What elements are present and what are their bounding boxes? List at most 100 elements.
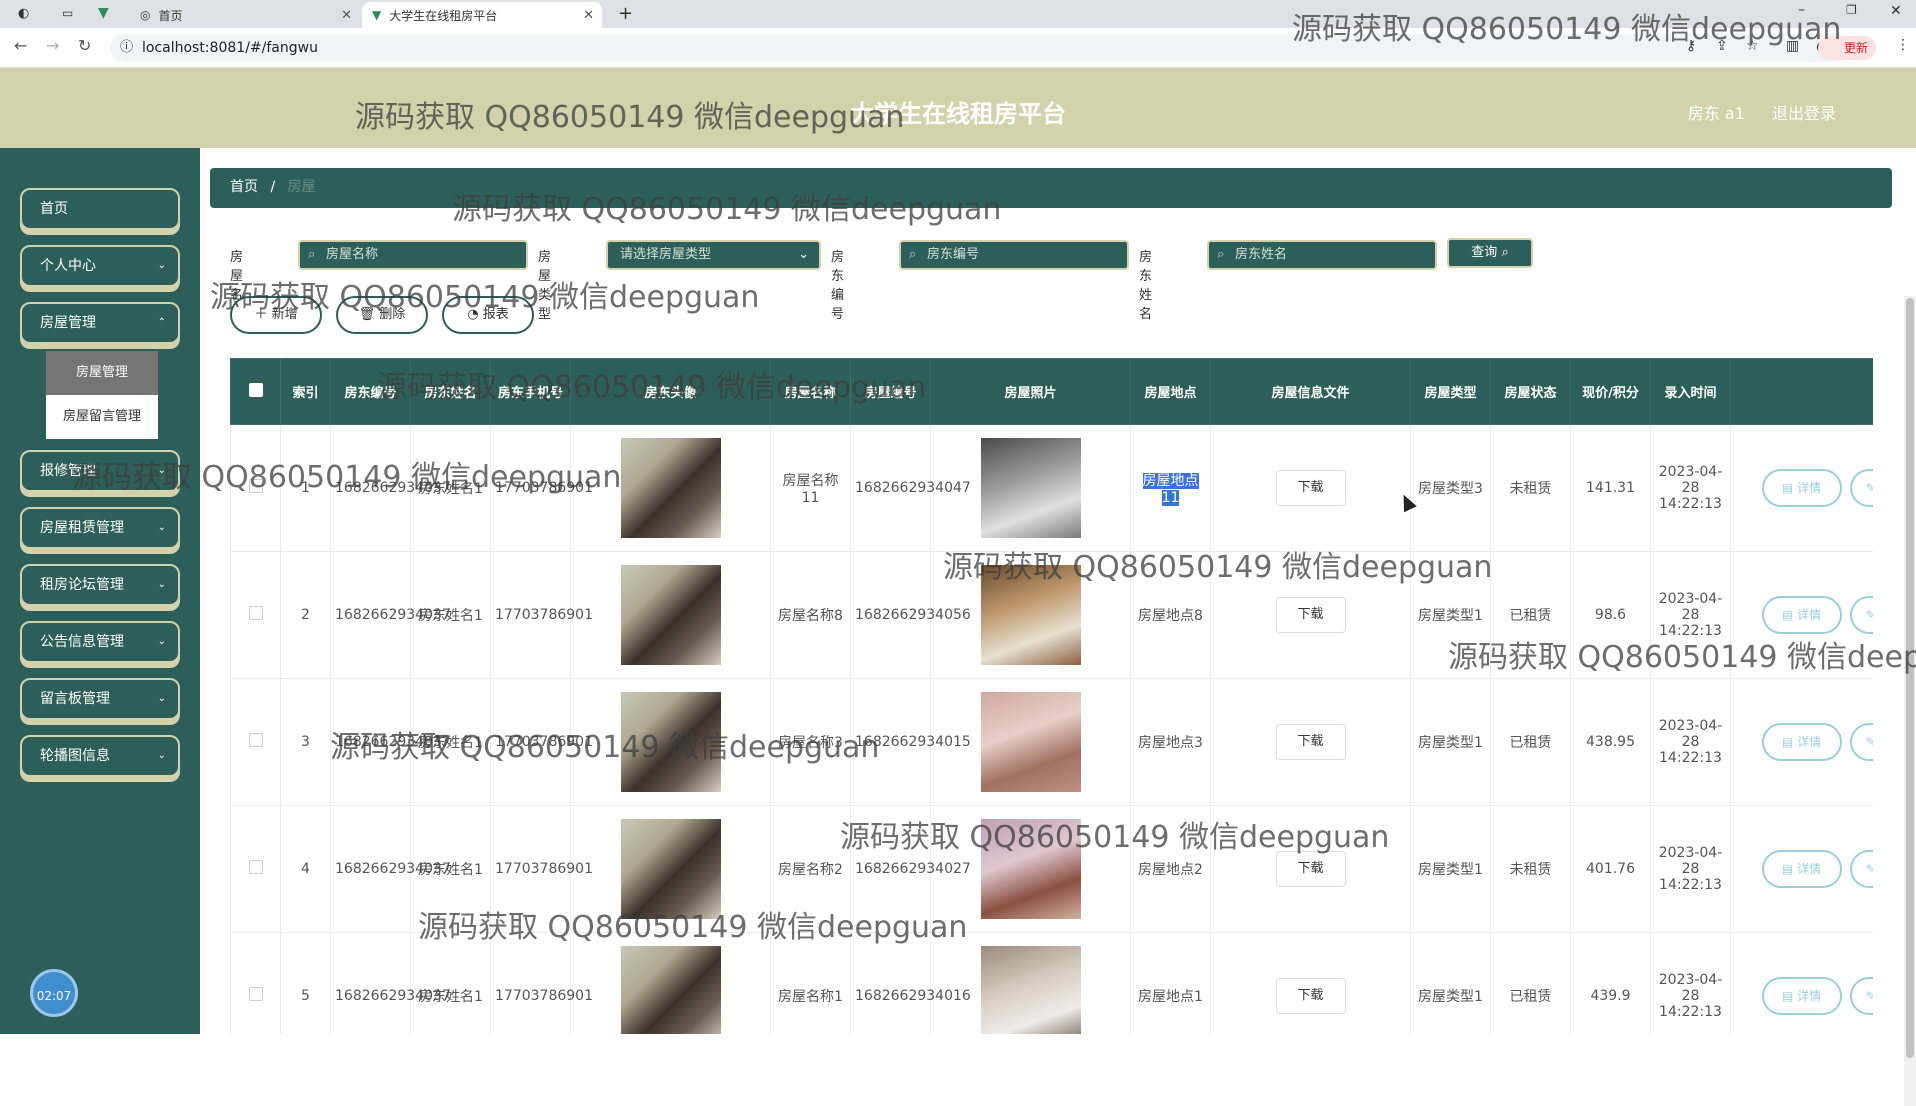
sidebar-item-lease[interactable]: 房屋租赁管理 ⌄ [20,507,180,549]
close-window-icon[interactable]: ✕ [1890,3,1902,19]
house-photo[interactable] [980,438,1081,538]
close-icon[interactable]: ✕ [583,8,594,23]
minimize-icon[interactable]: – [1798,2,1805,18]
reload-icon[interactable]: ↻ [78,36,91,55]
edit-button[interactable]: ✎ [1849,723,1873,761]
sidebar-item-profile[interactable]: 个人中心 ⌄ [20,245,180,287]
download-button[interactable]: 下载 [1275,597,1346,633]
time-cell: 2023-04-28 14:22:13 [1650,678,1731,806]
browser-menu-icon[interactable]: ◐ [18,6,29,21]
type-cell: 房屋类型3 [1410,424,1491,552]
add-button[interactable]: ＋ 新增 [230,296,322,334]
back-icon[interactable]: ← [14,36,27,55]
house-submenu: 房屋管理 房屋留言管理 [46,351,158,439]
update-button[interactable]: 更新 [1817,36,1876,60]
download-button[interactable]: 下载 [1275,724,1346,760]
edit-button[interactable]: ✎ [1849,596,1873,634]
row-select-cell[interactable] [230,424,281,552]
table-row[interactable]: 1 1682662934037 房东姓名1 17703786901 房屋名称11 1682… [230,424,1873,552]
submenu-item-house[interactable]: 房屋管理 [46,351,158,395]
edit-button[interactable]: ✎ [1849,469,1873,507]
logout-link[interactable]: 退出登录 [1772,104,1836,123]
pencil-icon: ✎ [1865,862,1873,876]
url-input[interactable]: ⓘ localhost:8081/#/fangwu [110,34,1850,62]
house-name-input[interactable]: ⌕ 房屋名称 [298,240,528,270]
download-button[interactable]: 下载 [1275,851,1346,887]
landlord-no-input[interactable]: ⌕ 房东编号 [899,240,1129,270]
table-row[interactable]: 3 1682662934037 房东姓名1 17703786901 房屋名称3 16826… [230,678,1873,806]
detail-button[interactable]: ▤ 详情 [1761,596,1842,634]
download-button[interactable]: 下载 [1275,470,1346,506]
row-checkbox[interactable] [248,479,263,493]
select-all-header[interactable] [230,358,281,425]
avatar[interactable] [620,819,721,919]
user-name[interactable]: 房东 a1 [1688,104,1745,123]
share-icon[interactable]: ⇪ [1716,38,1728,54]
column-header: 房屋类型 [1410,358,1491,425]
row-select-cell[interactable] [230,932,281,1034]
sidebar-item-house-management[interactable]: 房屋管理 ⌃ [20,302,180,344]
row-select-cell[interactable] [230,805,281,933]
detail-button[interactable]: ▤ 详情 [1761,977,1842,1015]
star-icon[interactable]: ☆ [1746,38,1759,54]
detail-button[interactable]: ▤ 详情 [1761,850,1842,888]
table-row[interactable]: 4 1682662934037 房东姓名1 17703786901 房屋名称2 16826… [230,805,1873,933]
avatar[interactable] [620,946,721,1034]
landlord-name-input[interactable]: ⌕ 房东姓名 [1207,240,1437,270]
chevron-down-icon: ⌄ [157,636,166,647]
scrollbar-thumb[interactable] [1906,298,1914,1058]
edit-button[interactable]: ✎ [1849,850,1873,888]
page-scrollbar[interactable] [1904,296,1916,1106]
row-checkbox[interactable] [248,606,263,620]
chevron-up-icon: ⌃ [157,317,166,328]
sidebar-item-forum[interactable]: 租房论坛管理 ⌄ [20,564,180,606]
site-title: 大学生在线租房平台 [850,100,1066,128]
restore-icon[interactable]: ❐ [1846,3,1857,17]
sidebar-item-repair[interactable]: 报修管理 ⌄ [20,450,180,492]
row-select-cell[interactable] [230,678,281,806]
query-button[interactable]: 查询 ⌕ [1447,238,1533,268]
report-button[interactable]: ◔ 报表 [442,296,534,334]
delete-button[interactable]: 🗑 删除 [336,296,428,334]
detail-button[interactable]: ▤ 详情 [1761,469,1842,507]
house-photo[interactable] [980,946,1081,1034]
tab-label: 首页 [158,8,183,23]
clock-badge[interactable]: 02:07 [30,969,78,1017]
sidepanel-icon[interactable]: ▥ [1786,38,1799,54]
house-type-select[interactable]: 请选择房屋类型 ⌄ [606,240,821,270]
sidebar-item-carousel[interactable]: 轮播图信息 ⌄ [20,735,180,777]
tab-home[interactable]: ◎ 首页 ✕ [130,2,360,28]
row-checkbox[interactable] [248,987,263,1001]
house-photo[interactable] [980,819,1081,919]
avatar[interactable] [620,438,721,538]
house-type-label: 房屋类型 [538,250,552,322]
house-photo[interactable] [980,565,1081,665]
house-photo[interactable] [980,692,1081,792]
sidebar-item-messages[interactable]: 留言板管理 ⌄ [20,678,180,720]
pencil-icon: ✎ [1865,989,1873,1003]
pencil-icon: ✎ [1865,608,1873,622]
pencil-icon: ✎ [1865,481,1873,495]
sidebar-item-home[interactable]: 首页 [20,188,180,230]
tab-rental-platform[interactable]: ▼ 大学生在线租房平台 ✕ [362,2,602,28]
row-checkbox[interactable] [248,733,263,747]
sidebar-item-notice[interactable]: 公告信息管理 ⌄ [20,621,180,663]
more-icon[interactable]: ⋮ [1896,37,1910,53]
key-icon[interactable]: ⚷ [1686,38,1696,54]
row-checkbox[interactable] [248,860,263,874]
table-row[interactable]: 5 1682662934037 房东姓名1 17703786901 房屋名称1 16826… [230,932,1873,1034]
row-select-cell[interactable] [230,551,281,679]
forward-icon[interactable]: → [46,36,59,55]
index-cell: 1 [280,424,331,552]
table-row[interactable]: 2 1682662934037 房东姓名1 17703786901 房屋名称8 16826… [230,551,1873,679]
new-tab-icon[interactable]: + [618,3,633,24]
edit-button[interactable]: ✎ [1849,977,1873,1015]
submenu-item-house-comments[interactable]: 房屋留言管理 [46,395,158,439]
detail-button[interactable]: ▤ 详情 [1761,723,1842,761]
select-all-checkbox[interactable] [248,382,263,397]
download-button[interactable]: 下载 [1275,978,1346,1014]
breadcrumb-home[interactable]: 首页 [230,179,258,195]
close-icon[interactable]: ✕ [341,8,352,23]
avatar[interactable] [620,692,721,792]
avatar[interactable] [620,565,721,665]
